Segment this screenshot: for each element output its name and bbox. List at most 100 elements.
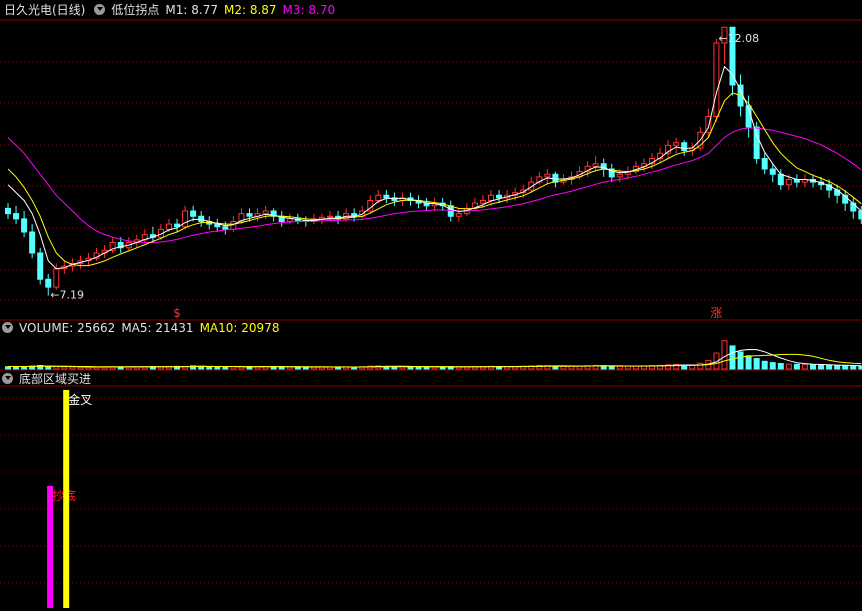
price-header: 日久光电(日线) 低位拐点 M1: 8.77 M2: 8.87 M3: 8.70 [0,2,341,18]
volume-bar[interactable] [785,363,792,370]
volume-bar[interactable] [415,366,422,370]
volume-bar[interactable] [769,362,776,370]
candle-body[interactable] [455,213,462,217]
candle-body[interactable] [45,278,52,288]
signal-panel[interactable]: 抄底金叉 [47,390,92,608]
candle-body[interactable] [53,268,60,288]
volume-value: 25662 [77,321,116,335]
candle-body[interactable] [713,42,720,117]
candle-body[interactable] [616,173,623,178]
volume-bar[interactable] [842,365,849,370]
volume-label: VOLUME: [19,321,74,335]
candle-body[interactable] [5,207,11,215]
candle-body[interactable] [198,215,205,222]
volume-bar[interactable] [761,360,768,370]
candle-body[interactable] [166,223,172,230]
candle-body[interactable] [262,210,269,215]
ma5-value: 21431 [155,321,194,335]
indicator-dropdown-icon[interactable] [94,4,106,15]
volume-bar[interactable] [753,358,760,370]
candle-body[interactable] [230,221,237,230]
candle-body[interactable] [286,218,293,222]
volume-bar[interactable] [850,365,857,370]
volume-bar[interactable] [834,365,841,370]
volume-bar[interactable] [5,366,11,370]
candle-body[interactable] [488,194,494,201]
price-extreme-label: ←12.08 [718,32,759,45]
volume-bar[interactable] [624,365,631,370]
signal-bar-label: 金叉 [68,392,92,407]
volume-header: VOLUME: 25662 MA5: 21431 MA10: 20978 [0,320,285,336]
volume-bar[interactable] [616,365,623,370]
volume-bar[interactable] [222,366,229,370]
signal-dropdown-icon[interactable] [2,373,13,384]
volume-bar[interactable] [423,366,430,370]
candle-body[interactable] [29,231,36,254]
volume-bar[interactable] [737,351,744,370]
volume-bar[interactable] [721,340,728,370]
volume-dropdown-icon[interactable] [2,322,13,333]
candle-body[interactable] [37,252,44,280]
volume-panel[interactable] [5,340,862,370]
candle-body[interactable] [673,142,680,146]
candle-body[interactable] [479,200,486,204]
candle-body[interactable] [761,158,768,170]
signal-marker: 涨 [710,305,722,320]
candle-body[interactable] [592,163,599,167]
m1-label: M1: [165,3,188,17]
volume-bar[interactable] [608,365,615,370]
candle-body[interactable] [222,226,229,230]
candle-body[interactable] [13,213,20,220]
candle-body[interactable] [681,142,688,152]
volume-bar[interactable] [810,364,816,370]
volume-bar[interactable] [286,366,293,370]
m2-value: 8.87 [249,3,277,17]
signal-header: 底部区域买进 [0,371,97,387]
volume-bar[interactable] [777,363,784,370]
volume-bar[interactable] [206,366,213,370]
price-extreme-label: ←7.19 [50,289,84,302]
candle-body[interactable] [327,215,333,218]
volume-bar[interactable] [53,366,60,370]
candle-body[interactable] [777,173,784,186]
volume-bar[interactable] [697,362,704,370]
m3-value: 8.70 [308,3,336,17]
volume-bar[interactable] [214,366,221,370]
candle-body[interactable] [496,194,503,199]
stock-chart-canvas[interactable]: ←7.19 ←12.08 $ 涨 抄底金叉 [0,0,862,611]
volume-bar[interactable] [230,366,237,370]
m1-line [7,65,862,270]
volume-bar[interactable] [431,366,438,370]
candle-body[interactable] [246,213,253,217]
candle-body[interactable] [785,179,792,186]
signal-bar[interactable] [63,390,70,608]
volume-bar[interactable] [61,366,68,370]
candle-body[interactable] [190,210,197,217]
m1-value: 8.77 [191,3,218,17]
stock-name[interactable]: 日久光电(日线) [4,3,85,17]
volume-bar[interactable] [745,355,752,370]
candle-body[interactable] [375,194,382,201]
volume-bar[interactable] [818,364,825,370]
volume-bar[interactable] [801,364,808,370]
candle-body[interactable] [383,194,390,199]
candle-body[interactable] [182,210,189,228]
candle-body[interactable] [544,173,551,178]
volume-bar[interactable] [439,366,446,370]
candle-body[interactable] [769,168,776,175]
volume-bar[interactable] [793,363,800,370]
ma10-label: MA10: [199,321,238,335]
signal-bar[interactable] [47,485,54,608]
signal-title[interactable]: 底部区域买进 [19,372,91,386]
indicator-name[interactable]: 低位拐点 [111,3,159,17]
volume-bar[interactable] [278,366,285,370]
candle-body[interactable] [753,126,760,159]
volume-bar[interactable] [77,366,84,370]
price-panel[interactable]: ←7.19 ←12.08 $ 涨 [5,26,862,320]
candle-body[interactable] [21,218,28,233]
volume-bar[interactable] [69,366,76,370]
volume-bar[interactable] [826,364,833,370]
candle-body[interactable] [318,216,325,220]
volume-bar[interactable] [729,345,736,370]
m3-label: M3: [282,3,305,17]
